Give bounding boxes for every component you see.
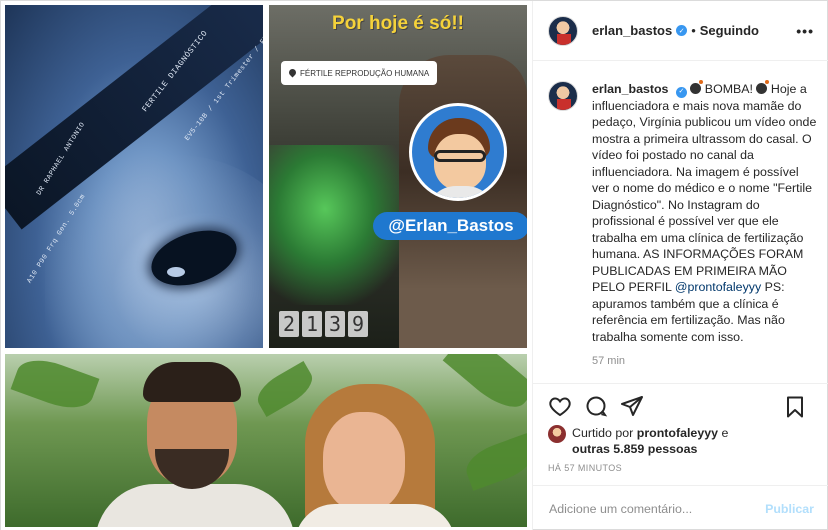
caption-mention-link[interactable]: @prontofaleyyy bbox=[675, 280, 761, 294]
bookmark-icon[interactable] bbox=[782, 394, 808, 420]
man-shirt bbox=[95, 484, 295, 527]
comment-input[interactable] bbox=[549, 501, 766, 516]
verified-icon: ✓ bbox=[676, 25, 688, 36]
caption-time[interactable]: 57 min bbox=[592, 355, 818, 367]
story-location-label: FÉRTILE REPRODUÇÃO HUMANA bbox=[300, 68, 430, 78]
story-screenshot: Por hoje é só!! FÉRTILE REPRODUÇÃO HUMAN… bbox=[269, 5, 527, 348]
avatar[interactable] bbox=[548, 15, 578, 46]
likes-middle: e bbox=[718, 426, 729, 440]
action-bar bbox=[533, 383, 828, 427]
story-counter: 2 1 3 9 bbox=[279, 311, 368, 337]
post-side-panel: erlan_bastos ✓ • Seguindo ••• erlan_bast… bbox=[532, 1, 828, 530]
embryo bbox=[167, 267, 185, 277]
comments-area[interactable]: erlan_bastos ✓ BOMBA! Hoje a influenciad… bbox=[533, 61, 828, 381]
caption-text: erlan_bastos ✓ BOMBA! Hoje a influenciad… bbox=[592, 80, 818, 345]
avatar-face bbox=[434, 134, 486, 190]
caption-part-2: Hoje a influenciadora e mais nova mamãe … bbox=[592, 82, 817, 295]
bomb-icon bbox=[756, 80, 770, 94]
comment-form: Publicar bbox=[533, 485, 828, 530]
post-timestamp[interactable]: HÁ 57 MINUTOS bbox=[548, 463, 622, 473]
leaf bbox=[251, 361, 319, 417]
post-header: erlan_bastos ✓ • Seguindo ••• bbox=[533, 1, 828, 61]
caption-username[interactable]: erlan_bastos bbox=[592, 82, 668, 96]
couple-photo bbox=[5, 354, 527, 527]
avatar[interactable] bbox=[548, 81, 578, 111]
counter-digit: 3 bbox=[325, 311, 345, 337]
ultrasound-photo: FERTILE DIAGNÓSTICO EV5-10B / 1st Trimes… bbox=[5, 5, 263, 348]
more-icon[interactable]: ••• bbox=[796, 23, 814, 39]
story-title: Por hoje é só!! bbox=[332, 13, 464, 34]
post-image-collage[interactable]: FERTILE DIAGNÓSTICO EV5-10B / 1st Trimes… bbox=[1, 1, 532, 530]
pin-icon bbox=[289, 69, 296, 78]
avatar-glasses bbox=[434, 150, 486, 162]
likes-prefix: Curtido por bbox=[572, 426, 637, 440]
woman-top bbox=[295, 504, 455, 527]
likes-summary: Curtido por prontofaleyyy e outras 5.859… bbox=[548, 425, 818, 457]
story-location-sticker: FÉRTILE REPRODUÇÃO HUMANA bbox=[281, 61, 438, 85]
heart-icon[interactable] bbox=[547, 393, 573, 419]
instagram-post: FERTILE DIAGNÓSTICO EV5-10B / 1st Trimes… bbox=[0, 0, 828, 530]
header-username[interactable]: erlan_bastos bbox=[592, 23, 672, 38]
liker-avatar[interactable] bbox=[548, 425, 566, 443]
leaf bbox=[442, 354, 527, 419]
caption-avatar-wrap bbox=[548, 81, 578, 345]
caption-part-1: BOMBA! bbox=[701, 82, 757, 96]
liker-username[interactable]: prontofaleyyy bbox=[637, 426, 718, 440]
likes-others-link[interactable]: outras 5.859 pessoas bbox=[572, 442, 697, 456]
story-handle-pill: @Erlan_Bastos bbox=[373, 212, 527, 240]
publish-button[interactable]: Publicar bbox=[765, 502, 814, 516]
leaf bbox=[460, 433, 527, 491]
following-button[interactable]: Seguindo bbox=[700, 23, 759, 38]
counter-digit: 1 bbox=[302, 311, 322, 337]
cartoon-avatar-badge bbox=[409, 103, 507, 201]
bomb-icon bbox=[690, 80, 704, 94]
man-hair bbox=[143, 362, 241, 402]
verified-icon: ✓ bbox=[675, 86, 687, 98]
man-beard bbox=[155, 449, 229, 489]
share-icon[interactable] bbox=[619, 393, 645, 419]
leaf bbox=[10, 354, 100, 417]
story-person bbox=[399, 55, 527, 348]
likes-text: Curtido por prontofaleyyy e outras 5.859… bbox=[572, 425, 728, 457]
counter-digit: 2 bbox=[279, 311, 299, 337]
header-separator: • bbox=[691, 23, 696, 38]
counter-digit: 9 bbox=[348, 311, 368, 337]
woman-face bbox=[323, 412, 405, 512]
comment-icon[interactable] bbox=[583, 393, 609, 419]
caption-row: erlan_bastos ✓ BOMBA! Hoje a influenciad… bbox=[548, 80, 818, 345]
